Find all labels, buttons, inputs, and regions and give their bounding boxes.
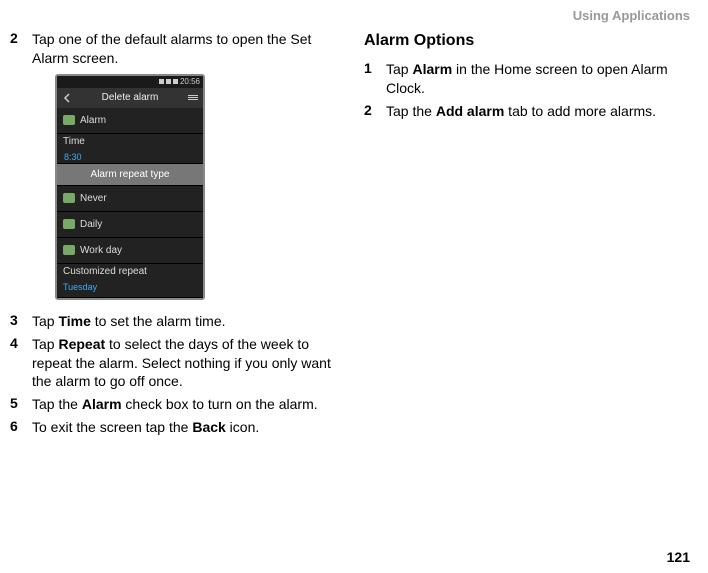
section-title: Alarm Options [364,32,698,50]
step-num: 3 [10,312,32,331]
text-bold: Back [192,419,225,435]
step-5: 5 Tap the Alarm check box to turn on the… [10,395,344,414]
step-text: To exit the screen tap the Back icon. [32,418,344,437]
step-2: 2 Tap one of the default alarms to open … [10,30,344,68]
left-column: 2 Tap one of the default alarms to open … [10,30,344,441]
text-post: check box to turn on the alarm. [122,396,318,412]
text-pre: Tap [32,313,58,329]
checkbox-icon [63,219,75,229]
signal-icon [159,79,164,84]
step-num: 1 [364,60,386,98]
row-label: Never [80,193,107,204]
phone-row-workday: Work day [57,238,203,264]
row-label: Work day [80,245,122,256]
text-bold: Alarm [412,61,452,77]
text-pre: Tap the [386,103,436,119]
step-4: 4 Tap Repeat to select the days of the w… [10,335,344,392]
checkbox-icon [63,115,75,125]
text-post: tab to add more alarms. [504,103,656,119]
text-bold: Time [58,313,90,329]
row-label: Time [63,136,85,147]
phone-row-alarm: Alarm [57,108,203,134]
step-text: Tap one of the default alarms to open th… [32,30,344,68]
step-text: Tap the Add alarm tab to add more alarms… [386,102,698,121]
step-1: 1 Tap Alarm in the Home screen to open A… [364,60,698,98]
step-num: 4 [10,335,32,392]
step-text: Tap Alarm in the Home screen to open Ala… [386,60,698,98]
step-6: 6 To exit the screen tap the Back icon. [10,418,344,437]
network-icon [166,79,171,84]
text-pre: Tap the [32,396,82,412]
text-pre: Tap [32,336,58,352]
text-pre: Tap [386,61,412,77]
section-header: Using Applications [573,8,690,23]
row-label: Customized repeat [63,266,147,277]
phone-status-bar: 20:56 [57,76,203,88]
checkbox-icon [63,245,75,255]
text-post: to set the alarm time. [91,313,226,329]
text-pre: To exit the screen tap the [32,419,192,435]
page-number: 121 [667,549,690,565]
row-value: 8:30 [63,152,82,162]
phone-row-time: Time 8:30 [57,134,203,164]
step-text: Tap Time to set the alarm time. [32,312,344,331]
menu-icon [183,95,203,100]
step-num: 2 [10,30,32,68]
step-text: Tap Repeat to select the days of the wee… [32,335,344,392]
phone-row-repeat-type: Alarm repeat type [57,164,203,186]
phone-screenshot: 20:56 Delete alarm Alarm Time 8:30 Al [55,74,205,300]
text-bold: Alarm [82,396,122,412]
topbar-title: Delete alarm [77,92,183,103]
right-column: Alarm Options 1 Tap Alarm in the Home sc… [364,30,698,441]
step-text: Tap the Alarm check box to turn on the a… [32,395,344,414]
page-content: 2 Tap one of the default alarms to open … [0,0,708,441]
step-2-right: 2 Tap the Add alarm tab to add more alar… [364,102,698,121]
step-num: 6 [10,418,32,437]
phone-row-daily: Daily [57,212,203,238]
checkbox-icon [63,193,75,203]
step-num: 2 [364,102,386,121]
back-arrow-icon [57,93,77,103]
row-label: Alarm [80,115,106,126]
step-num: 5 [10,395,32,414]
text-bold: Repeat [58,336,105,352]
text-post: icon. [226,419,259,435]
row-label: Daily [80,219,102,230]
phone-topbar: Delete alarm [57,88,203,108]
step-3: 3 Tap Time to set the alarm time. [10,312,344,331]
status-time: 20:56 [180,77,200,86]
phone-row-custom: Customized repeat Tuesday [57,264,203,298]
row-label: Alarm repeat type [91,169,170,180]
battery-icon [173,79,178,84]
text-bold: Add alarm [436,103,504,119]
row-value: Tuesday [63,282,97,292]
phone-row-never: Never [57,186,203,212]
